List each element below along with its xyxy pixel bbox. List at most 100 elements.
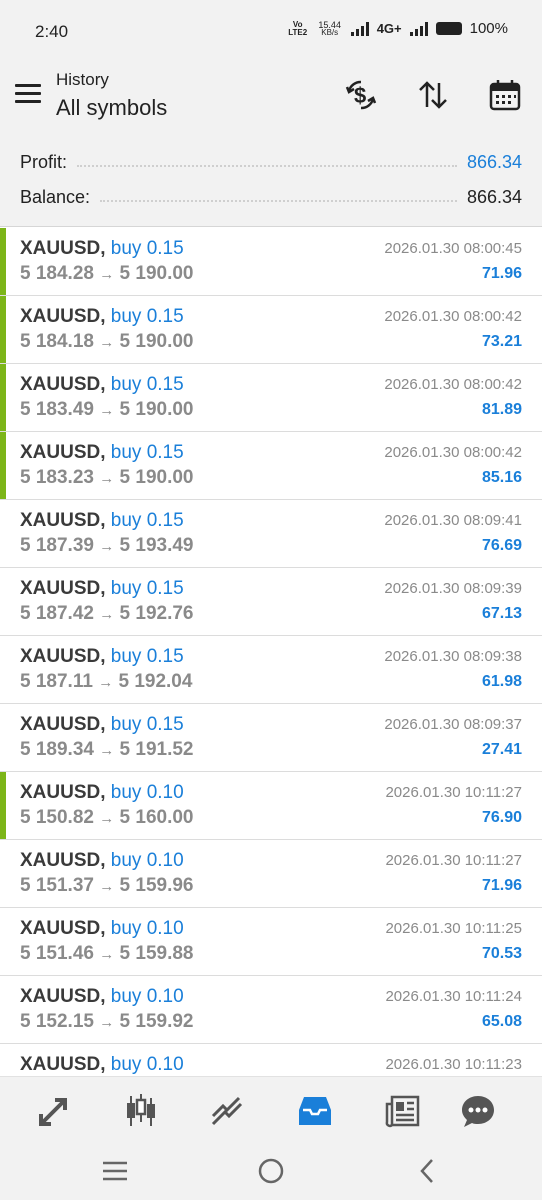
deal-direction: buy 0.15	[110, 306, 184, 327]
status-bar: 2:40 Vo LTE2 15.44 KB/s 4G+ 100%	[0, 0, 542, 64]
deal-row[interactable]: XAUUSD, buy 0.15 5 189.34 → 5 191.52 2026.…	[0, 704, 542, 772]
deal-profit: 76.90	[481, 809, 522, 826]
deal-open-price: 5 150.82	[20, 807, 94, 828]
deal-prices: 5 150.82 → 5 160.00	[20, 807, 194, 829]
deal-prices: 5 152.15 → 5 159.92	[20, 1011, 194, 1033]
network-type: 4G+	[376, 21, 402, 36]
deal-profit: 73.21	[481, 333, 522, 350]
deal-direction: buy 0.10	[110, 918, 184, 939]
arrow-icon: →	[98, 674, 114, 691]
deal-close-price: 5 192.76	[119, 603, 194, 624]
deal-time: 2026.01.30 10:11:27	[385, 784, 522, 801]
deal-header: XAUUSD, buy 0.10	[20, 986, 184, 1008]
balance-row: Balance: 866.34	[20, 185, 522, 209]
deal-symbol: XAUUSD,	[20, 918, 106, 939]
deal-time: 2026.01.30 08:00:42	[384, 308, 522, 325]
home-icon[interactable]	[254, 1156, 288, 1186]
chart-icon[interactable]	[119, 1089, 163, 1133]
deal-prices: 5 187.39 → 5 193.49	[20, 535, 194, 557]
deal-time: 2026.01.30 08:00:42	[384, 376, 522, 393]
deal-row[interactable]: XAUUSD, buy 0.10 5 150.82 → 5 160.00 2026.…	[0, 772, 542, 840]
net-speed: 15.44 KB/s	[317, 20, 343, 37]
bottom-navigation	[0, 1076, 542, 1142]
deal-prices: 5 151.37 → 5 159.96	[20, 875, 194, 897]
sort-icon[interactable]	[414, 76, 452, 114]
deals-list[interactable]: XAUUSD, buy 0.15 5 184.28 → 5 190.00 2026.…	[0, 228, 542, 1076]
back-icon[interactable]	[410, 1156, 444, 1186]
messages-icon[interactable]	[456, 1089, 500, 1133]
deal-open-price: 5 152.15	[20, 1011, 94, 1032]
deal-marker	[0, 432, 6, 499]
news-icon[interactable]	[380, 1089, 424, 1133]
deal-profit: 81.89	[481, 401, 522, 418]
deal-symbol: XAUUSD,	[20, 714, 106, 735]
deal-row[interactable]: XAUUSD, buy 0.10 5 151.37 → 5 159.96 2026.…	[0, 840, 542, 908]
deal-direction: buy 0.15	[110, 646, 184, 667]
deal-header: XAUUSD, buy 0.15	[20, 646, 184, 668]
deal-prices: 5 183.49 → 5 190.00	[20, 399, 194, 421]
history-icon[interactable]	[293, 1089, 337, 1133]
deal-time: 2026.01.30 10:11:24	[385, 988, 522, 1005]
deal-profit: 76.69	[481, 537, 522, 554]
deal-open-price: 5 183.49	[20, 399, 94, 420]
deal-header: XAUUSD, buy 0.15	[20, 374, 184, 396]
arrow-icon: →	[99, 334, 115, 351]
deal-row[interactable]: XAUUSD, buy 0.15 5 187.11 → 5 192.04 2026.…	[0, 636, 542, 704]
deal-symbol: XAUUSD,	[20, 306, 106, 327]
menu-icon[interactable]	[15, 84, 41, 104]
recent-apps-icon[interactable]	[98, 1156, 132, 1186]
status-indicators: Vo LTE2 15.44 KB/s 4G+ 100%	[287, 20, 508, 37]
dotted-leader	[77, 157, 457, 167]
deal-time: 2026.01.30 08:09:41	[384, 512, 522, 529]
deal-close-price: 5 190.00	[119, 467, 194, 488]
calendar-icon[interactable]	[486, 76, 524, 114]
arrow-icon: →	[99, 810, 115, 827]
deal-header: XAUUSD, buy 0.15	[20, 578, 184, 600]
dotted-leader	[100, 192, 457, 202]
deal-row[interactable]: XAUUSD, buy 0.10 5 152.15 → 5 159.92 2026.…	[0, 976, 542, 1044]
deal-direction: buy 0.10	[110, 850, 184, 871]
deal-row[interactable]: XAUUSD, buy 0.15 5 187.39 → 5 193.49 2026.…	[0, 500, 542, 568]
deal-open-price: 5 151.37	[20, 875, 94, 896]
symbol-filter[interactable]: All symbols	[56, 95, 167, 121]
deal-prices: 5 184.18 → 5 190.00	[20, 331, 194, 353]
deal-marker	[0, 364, 6, 431]
deal-direction: buy 0.15	[110, 374, 184, 395]
deal-row[interactable]: XAUUSD, buy 0.10 2026.01.30 10:11:23	[0, 1044, 542, 1076]
deal-profit: 65.08	[481, 1013, 522, 1030]
deal-row[interactable]: XAUUSD, buy 0.15 5 183.49 → 5 190.00 2026.…	[0, 364, 542, 432]
deal-row[interactable]: XAUUSD, buy 0.15 5 184.18 → 5 190.00 2026.…	[0, 296, 542, 364]
header-subtitle: History	[56, 70, 109, 89]
deal-marker	[0, 772, 6, 839]
deal-row[interactable]: XAUUSD, buy 0.15 5 187.42 → 5 192.76 2026.…	[0, 568, 542, 636]
deal-open-price: 5 189.34	[20, 739, 94, 760]
quotes-icon[interactable]	[32, 1089, 76, 1133]
deal-row[interactable]: XAUUSD, buy 0.15 5 183.23 → 5 190.00 2026.…	[0, 432, 542, 500]
trade-icon[interactable]	[206, 1089, 250, 1133]
deal-prices: 5 184.28 → 5 190.00	[20, 263, 194, 285]
signal-icon	[350, 21, 369, 36]
deal-open-price: 5 151.46	[20, 943, 94, 964]
deal-symbol: XAUUSD,	[20, 374, 106, 395]
arrow-icon: →	[99, 742, 115, 759]
deal-header: XAUUSD, buy 0.10	[20, 1054, 184, 1076]
deal-time: 2026.01.30 10:11:23	[385, 1056, 522, 1073]
deal-open-price: 5 187.42	[20, 603, 94, 624]
deal-row[interactable]: XAUUSD, buy 0.15 5 184.28 → 5 190.00 2026.…	[0, 228, 542, 296]
deal-prices: 5 187.11 → 5 192.04	[20, 671, 192, 693]
battery-level: 100%	[469, 20, 508, 37]
deal-direction: buy 0.10	[110, 782, 184, 803]
summary-panel: Profit: 866.34 Balance: 866.34	[0, 134, 542, 227]
deal-symbol: XAUUSD,	[20, 238, 106, 259]
balance-value: 866.34	[466, 186, 522, 207]
deal-symbol: XAUUSD,	[20, 510, 106, 531]
deal-symbol: XAUUSD,	[20, 646, 106, 667]
deal-direction: buy 0.15	[110, 714, 184, 735]
currency-exchange-icon[interactable]: $	[342, 76, 380, 114]
arrow-icon: →	[99, 402, 115, 419]
deal-open-price: 5 184.18	[20, 331, 94, 352]
arrow-icon: →	[99, 266, 115, 283]
deal-row[interactable]: XAUUSD, buy 0.10 5 151.46 → 5 159.88 2026.…	[0, 908, 542, 976]
net-speed-unit: KB/s	[321, 27, 339, 37]
deal-close-price: 5 191.52	[119, 739, 194, 760]
